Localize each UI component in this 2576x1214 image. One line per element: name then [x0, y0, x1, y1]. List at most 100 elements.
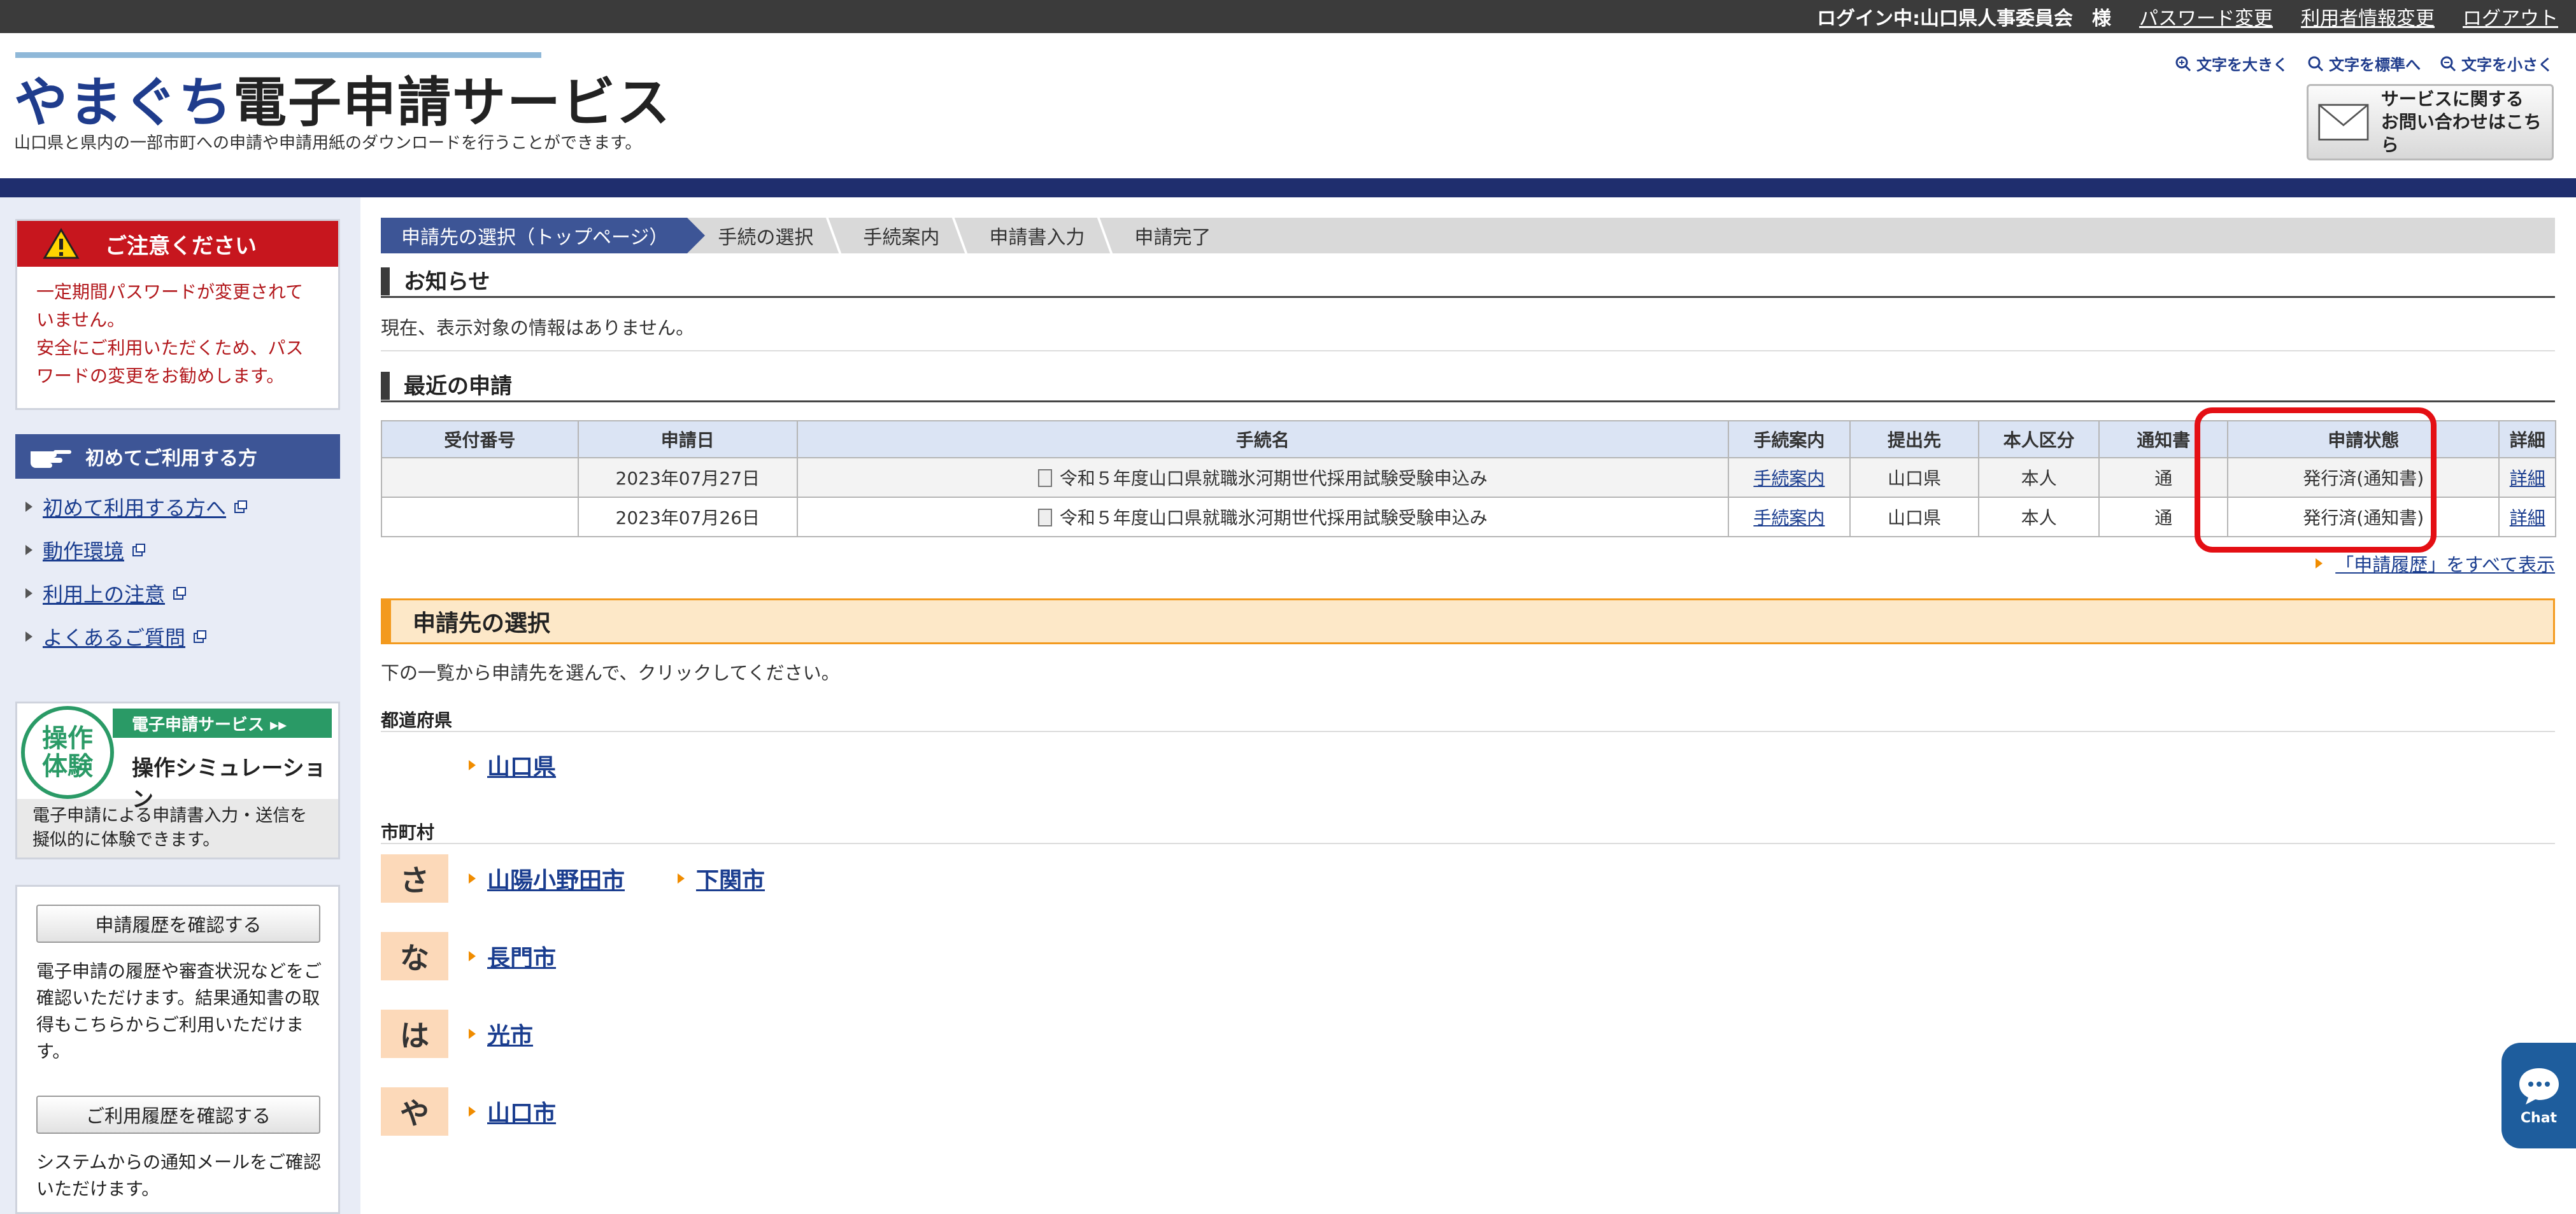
notice-divider: [381, 350, 2555, 351]
arrow-right-icon: [469, 951, 476, 961]
font-size-controls: 文字を大きく 文字を標準へ 文字を小さく: [2175, 52, 2553, 74]
prefecture-link-yamaguchi[interactable]: 山口県: [469, 749, 556, 782]
history-box: 申請履歴を確認する 電子申請の履歴や審査状況などをご確認いただけます。結果通知書…: [15, 885, 340, 1214]
font-larger-button[interactable]: 文字を大きく: [2175, 52, 2288, 74]
arrow-right-icon: [469, 873, 476, 884]
logo-part-b: 電子申請サービス: [233, 71, 672, 134]
kana-sa: さ: [381, 854, 448, 903]
col-destination: 提出先: [1849, 420, 1979, 458]
applicant-type: 本人: [1977, 457, 2100, 498]
muni-link-shimonoseki[interactable]: 下関市: [678, 862, 765, 895]
arrow-right-icon: [469, 1029, 476, 1039]
document-icon: [1037, 469, 1052, 487]
font-smaller-button[interactable]: 文字を小さく: [2440, 52, 2553, 74]
side-link-first-time[interactable]: 初めて利用する方へ: [25, 485, 344, 528]
contact-button[interactable]: サービスに関する お問い合わせはこちら: [2307, 84, 2554, 160]
arrow-right-icon: [25, 632, 32, 642]
application-history-description: 電子申請の履歴や審査状況などをご確認いただけます。結果通知書の取得もこちらからご…: [36, 961, 322, 1062]
caution-message: 一定期間パスワードが変更されていません。 安全にご利用いただくため、パスワードの…: [36, 281, 304, 386]
password-change-link[interactable]: パスワード変更: [2139, 3, 2273, 31]
breadcrumb: 申請先の選択（トップページ） 手続の選択 手続案内 申請書入力 申請完了: [381, 218, 2555, 253]
check-usage-history-button[interactable]: ご利用履歴を確認する: [36, 1096, 320, 1134]
application-date: 2023年07月26日: [577, 497, 798, 537]
procedure-guide-link[interactable]: 手続案内: [1753, 507, 1825, 528]
col-detail: 詳細: [2498, 420, 2556, 458]
destination: 山口県: [1849, 497, 1979, 537]
arrow-right-icon: [25, 502, 32, 512]
application-date: 2023年07月27日: [577, 457, 798, 498]
muni-link-nagato[interactable]: 長門市: [469, 940, 556, 973]
first-time-header: 初めてご利用する方: [15, 434, 340, 479]
procedure-guide: 手続案内: [1727, 457, 1851, 498]
select-destination-title: 申請先の選択: [381, 598, 2555, 644]
site-header: やまぐち電子申請サービス 山口県と県内の一部市町への申請や申請用紙のダウンロード…: [0, 33, 2576, 178]
external-window-icon: [194, 630, 207, 643]
kana-na: な: [381, 932, 448, 980]
arrow-right-icon: [2316, 558, 2323, 568]
external-window-icon: [173, 587, 187, 600]
col-applicant-type: 本人区分: [1977, 420, 2100, 458]
arrow-right-icon: [678, 873, 685, 884]
caution-box: ご注意ください 一定期間パスワードが変更されていません。 安全にご利用いただくた…: [15, 219, 340, 410]
municipality-label: 市町村: [381, 819, 2555, 844]
external-window-icon: [132, 544, 146, 556]
detail-link[interactable]: 詳細: [2510, 468, 2545, 489]
simulation-top: 電子申請サービス ▸▸ 操作 体験 操作シミュレーション: [17, 703, 338, 812]
simulation-badge: 操作 体験: [21, 706, 114, 799]
procedure-name: 令和５年度山口県就職氷河期世代採用試験受験申込み: [796, 457, 1729, 498]
col-receipt-number: 受付番号: [381, 420, 579, 458]
zoom-reset-icon: [2308, 56, 2324, 71]
breadcrumb-step-complete: 申請完了: [1104, 218, 1230, 253]
main-content: 申請先の選択（トップページ） 手続の選択 手続案内 申請書入力 申請完了 お知ら…: [381, 197, 2556, 1214]
detail-link[interactable]: 詳細: [2510, 507, 2545, 528]
side-link-usage-notes[interactable]: 利用上の注意: [25, 572, 344, 615]
muni-link-sanyo-onoda[interactable]: 山陽小野田市: [469, 862, 625, 895]
simulation-title: 操作シミュレーション: [132, 756, 326, 812]
arrow-right-icon: [25, 545, 32, 555]
caution-header: ご注意ください: [17, 221, 338, 267]
select-destination-instructions: 下の一覧から申請先を選んで、クリックしてください。: [381, 662, 840, 684]
external-window-icon: [234, 500, 248, 513]
breadcrumb-step-select-procedure: 手続の選択: [718, 227, 814, 249]
first-time-title: 初めてご利用する方: [85, 448, 257, 470]
arrow-right-icon: [25, 588, 32, 598]
sidebar: ご注意ください 一定期間パスワードが変更されていません。 安全にご利用いただくた…: [0, 197, 360, 1214]
usage-history-description: システムからの通知メールをご確認いただけます。: [36, 1152, 322, 1199]
login-status: ログイン中:山口県人事委員会 様: [1817, 8, 2111, 30]
side-link-faq[interactable]: よくあるご質問: [25, 615, 344, 658]
muni-link-yamaguchi-city[interactable]: 山口市: [469, 1095, 556, 1128]
top-bar: ログイン中:山口県人事委員会 様 パスワード変更 利用者情報変更 ログアウト: [0, 0, 2576, 33]
procedure-guide-link[interactable]: 手続案内: [1753, 468, 1825, 489]
breadcrumb-step-select-destination: 申請先の選択（トップページ）: [381, 218, 706, 253]
check-application-history-button[interactable]: 申請履歴を確認する: [36, 905, 320, 943]
kana-ha: は: [381, 1010, 448, 1058]
font-standard-button[interactable]: 文字を標準へ: [2307, 52, 2421, 74]
header-band: [0, 178, 2576, 197]
logout-link[interactable]: ログアウト: [2463, 3, 2558, 31]
logo-part-a: やまぐち: [14, 71, 234, 134]
breadcrumb-step-guide: 手続案内: [832, 218, 958, 253]
zoom-in-icon: [2175, 56, 2191, 71]
chat-button[interactable]: Chat: [2501, 1043, 2576, 1148]
site-logo[interactable]: やまぐち電子申請サービス: [14, 60, 671, 137]
all-history-link-row: 「申請履歴」をすべて表示: [2316, 550, 2555, 577]
pointing-hand-icon: [31, 450, 71, 468]
show-all-history-link[interactable]: 「申請履歴」をすべて表示: [2335, 550, 2555, 577]
document-icon: [1037, 509, 1052, 526]
font-standard-label: 文字を標準へ: [2329, 56, 2421, 74]
col-application-date: 申請日: [577, 420, 798, 458]
simulation-tag: 電子申請サービス ▸▸: [113, 709, 332, 738]
envelope-icon: [2318, 104, 2369, 141]
notice-section-title: お知らせ: [381, 264, 2555, 298]
procedure-guide: 手続案内: [1727, 497, 1851, 537]
simulation-banner[interactable]: 電子申請サービス ▸▸ 操作 体験 操作シミュレーション 電子申請による申請書入…: [15, 702, 340, 859]
notice-text: 現在、表示対象の情報はありません。: [381, 317, 695, 339]
receipt-number: [381, 457, 579, 498]
site-tagline: 山口県と県内の一部市町への申請や申請用紙のダウンロードを行うことができます。: [14, 134, 642, 153]
arrow-right-icon: [469, 1106, 476, 1117]
side-link-environment[interactable]: 動作環境: [25, 528, 344, 572]
user-info-change-link[interactable]: 利用者情報変更: [2301, 3, 2435, 31]
chat-bubble-icon: [2519, 1068, 2559, 1105]
muni-link-hikari[interactable]: 光市: [469, 1017, 533, 1050]
breadcrumb-step-input: 申請書入力: [958, 218, 1104, 253]
